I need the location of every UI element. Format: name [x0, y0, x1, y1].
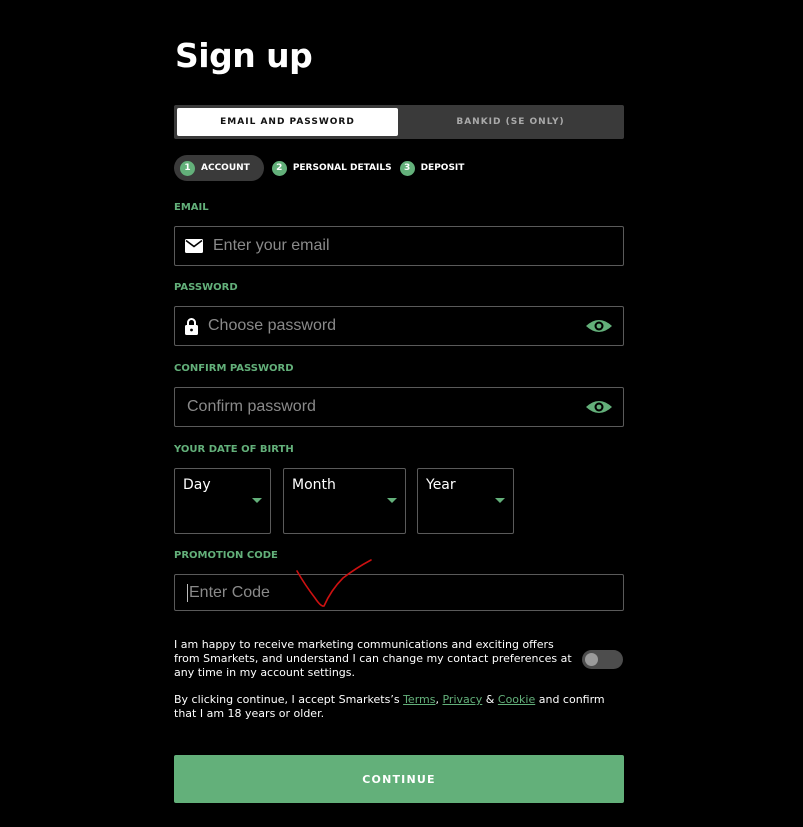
password-label: PASSWORD [174, 282, 238, 293]
step-number: 3 [399, 160, 415, 176]
step-label: DEPOSIT [420, 163, 465, 173]
eye-icon[interactable] [585, 399, 613, 415]
confirm-password-label: CONFIRM PASSWORD [174, 363, 294, 374]
year-select-label: Year [426, 477, 456, 493]
eye-icon[interactable] [585, 318, 613, 334]
confirm-password-input[interactable] [187, 398, 623, 416]
email-label: EMAIL [174, 202, 209, 213]
promo-code-field-box [174, 574, 624, 611]
terms-prefix: By clicking continue, I accept Smarkets’… [174, 693, 404, 706]
toggle-knob [585, 653, 598, 666]
page-title: Sign up [175, 36, 313, 75]
continue-button[interactable]: CONTINUE [174, 755, 624, 803]
promo-code-input[interactable] [189, 583, 623, 602]
signup-steps: 1 ACCOUNT 2 PERSONAL DETAILS 3 DEPOSIT [174, 155, 472, 181]
step-number: 2 [271, 160, 287, 176]
email-field-box [174, 226, 624, 266]
step-label: PERSONAL DETAILS [292, 163, 392, 173]
text-cursor [187, 583, 188, 602]
tab-email-password[interactable]: EMAIL AND PASSWORD [177, 108, 398, 136]
chevron-down-icon [252, 498, 262, 503]
month-select[interactable]: Month [283, 468, 406, 534]
password-input[interactable] [208, 317, 623, 335]
step-account: 1 ACCOUNT [174, 155, 264, 181]
day-select[interactable]: Day [174, 468, 271, 534]
privacy-link[interactable]: Privacy [442, 693, 482, 706]
step-deposit: 3 DEPOSIT [399, 155, 465, 181]
marketing-consent-toggle[interactable] [582, 650, 623, 669]
step-personal-details: 2 PERSONAL DETAILS [271, 155, 392, 181]
tab-bankid[interactable]: BANKID (SE ONLY) [400, 108, 621, 136]
terms-text: By clicking continue, I accept Smarkets’… [174, 693, 624, 721]
step-number: 1 [180, 160, 195, 176]
password-field-box [174, 306, 624, 346]
lock-icon [175, 317, 208, 335]
confirm-password-field-box [174, 387, 624, 427]
day-select-label: Day [183, 477, 211, 493]
terms-link[interactable]: Terms [403, 693, 435, 706]
month-select-label: Month [292, 477, 336, 493]
envelope-icon [175, 239, 213, 253]
dob-label: YOUR DATE OF BIRTH [174, 444, 294, 455]
step-label: ACCOUNT [201, 163, 250, 173]
email-input[interactable] [213, 237, 623, 255]
promo-code-label: PROMOTION CODE [174, 550, 278, 561]
signup-method-tabs: EMAIL AND PASSWORD BANKID (SE ONLY) [174, 105, 624, 139]
marketing-consent-text: I am happy to receive marketing communic… [174, 638, 572, 679]
cookie-link[interactable]: Cookie [498, 693, 535, 706]
chevron-down-icon [387, 498, 397, 503]
terms-separator: & [482, 693, 498, 706]
chevron-down-icon [495, 498, 505, 503]
year-select[interactable]: Year [417, 468, 514, 534]
